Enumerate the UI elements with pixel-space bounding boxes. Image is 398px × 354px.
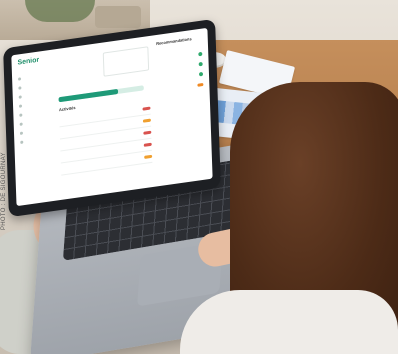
photo-credit: PHOTO : DE SIGOURNAY bbox=[1, 152, 7, 230]
status-pill bbox=[142, 106, 151, 111]
plant bbox=[25, 0, 95, 22]
vase bbox=[95, 6, 141, 28]
sidebar-nav bbox=[18, 70, 56, 147]
activity-list bbox=[59, 102, 153, 176]
status-warn-icon bbox=[197, 82, 204, 87]
summary-card bbox=[102, 46, 150, 77]
status-pill bbox=[144, 154, 153, 159]
progress-fill bbox=[58, 88, 119, 103]
side-panel-title: Recommandations bbox=[156, 36, 192, 47]
status-ok-icon bbox=[198, 51, 203, 57]
status-pill bbox=[143, 142, 152, 147]
status-pill bbox=[143, 130, 152, 135]
dashboard-screen: Senior Recommandations Activités bbox=[11, 27, 213, 207]
side-panel-list bbox=[157, 49, 204, 96]
progress-bar bbox=[58, 85, 144, 103]
status-ok-icon bbox=[198, 61, 203, 67]
status-ok-icon bbox=[198, 71, 204, 77]
laptop-screen: Senior Recommandations Activités bbox=[3, 18, 221, 218]
person-shoulder bbox=[180, 290, 398, 354]
app-logo: Senior bbox=[17, 56, 40, 67]
status-pill bbox=[142, 118, 151, 123]
section-title: Activités bbox=[58, 104, 76, 113]
photo-scene: Senior Recommandations Activités PHOTO:… bbox=[0, 0, 398, 354]
